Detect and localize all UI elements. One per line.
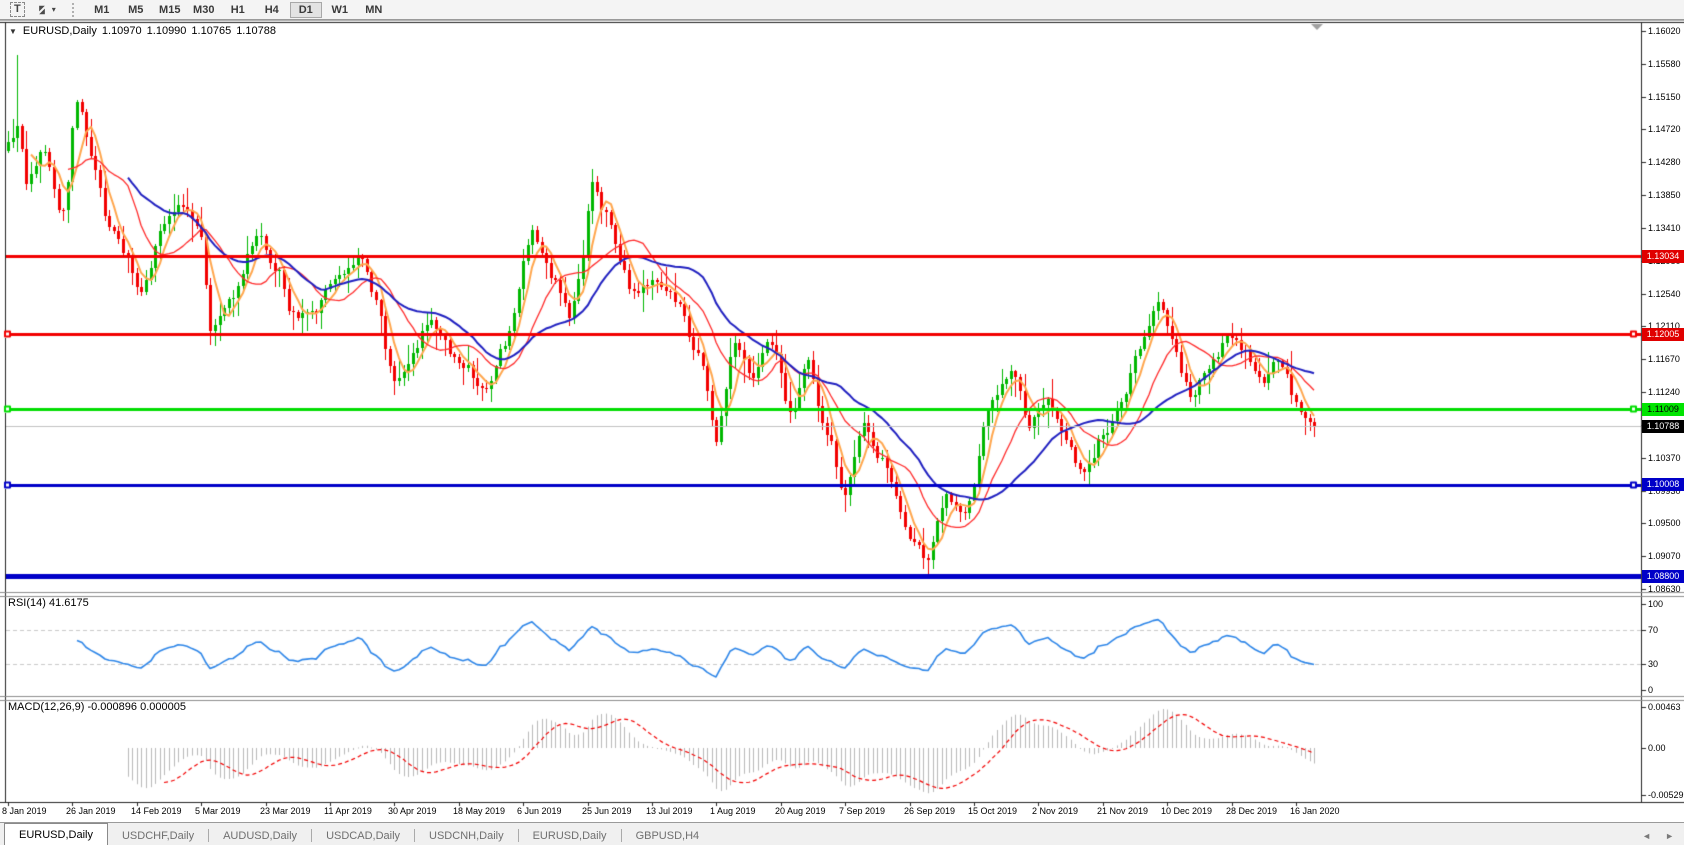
- date-axis-label: 11 Apr 2019: [324, 806, 372, 816]
- price-level-badge: 1.08800: [1642, 570, 1684, 583]
- ohlc-high: 1.10990: [147, 25, 187, 37]
- rsi-axis-tick: 70: [1648, 625, 1658, 635]
- chart-tab-eurusd-daily-2[interactable]: EURUSD,Daily: [519, 826, 621, 845]
- price-axis-tick: 1.15580: [1648, 59, 1681, 69]
- price-axis-tick: 1.11670: [1648, 354, 1680, 364]
- price-level-badge: 1.11009: [1642, 403, 1684, 416]
- macd-axis-tick: 0.00463: [1648, 702, 1681, 712]
- macd-axis-tick: -0.005299: [1648, 790, 1684, 800]
- price-level-badge: 1.12005: [1642, 328, 1684, 341]
- date-axis-label: 8 Jan 2019: [2, 806, 47, 816]
- tab-scroll-left-icon[interactable]: ◄: [1642, 831, 1651, 841]
- date-axis-label: 18 May 2019: [453, 806, 505, 816]
- ohlc-low: 1.10765: [191, 25, 231, 37]
- date-axis-label: 10 Dec 2019: [1161, 806, 1212, 816]
- chart-symbol-label: EURUSD,Daily: [23, 25, 97, 37]
- rsi-axis-tick: 30: [1648, 659, 1658, 669]
- date-axis-label: 1 Aug 2019: [710, 806, 756, 816]
- chart-tab-gbpusd-h4[interactable]: GBPUSD,H4: [622, 826, 714, 845]
- price-axis-tick: 1.10370: [1648, 453, 1681, 463]
- chart-ohlc-title: ▼ EURUSD,Daily 1.10970 1.10990 1.10765 1.1078…: [9, 25, 281, 37]
- price-axis-tick: 1.16020: [1648, 26, 1681, 36]
- ohlc-close: 1.10788: [236, 25, 276, 37]
- price-axis-tick: 1.13410: [1648, 223, 1681, 233]
- date-axis-label: 13 Jul 2019: [646, 806, 693, 816]
- date-axis-label: 25 Jun 2019: [582, 806, 632, 816]
- chart-tab-eurusd-daily[interactable]: EURUSD,Daily: [4, 823, 108, 845]
- macd-indicator-label: MACD(12,26,9) -0.000896 0.000005: [8, 701, 186, 713]
- macd-axis-tick: 0.00: [1648, 743, 1666, 753]
- ohlc-open: 1.10970: [102, 25, 142, 37]
- price-chart-canvas[interactable]: [0, 0, 1684, 845]
- price-axis-tick: 1.12540: [1648, 289, 1681, 299]
- date-axis-label: 23 Mar 2019: [260, 806, 311, 816]
- price-axis-tick: 1.14720: [1648, 124, 1681, 134]
- date-axis-label: 16 Jan 2020: [1290, 806, 1340, 816]
- date-axis-label: 15 Oct 2019: [968, 806, 1017, 816]
- date-axis-label: 6 Jun 2019: [517, 806, 562, 816]
- date-axis-label: 20 Aug 2019: [775, 806, 826, 816]
- chart-menu-triangle-icon[interactable]: ▼: [9, 27, 17, 36]
- price-axis-tick: 1.13850: [1648, 190, 1681, 200]
- date-axis-label: 30 Apr 2019: [388, 806, 437, 816]
- price-axis-tick: 1.09500: [1648, 518, 1681, 528]
- price-level-badge: 1.13034: [1642, 250, 1684, 263]
- rsi-indicator-label: RSI(14) 41.6175: [8, 597, 89, 609]
- price-axis-tick: 1.09070: [1648, 551, 1681, 561]
- chart-tab-usdcnh-daily[interactable]: USDCNH,Daily: [415, 826, 518, 845]
- date-axis-label: 2 Nov 2019: [1032, 806, 1078, 816]
- tab-scroll-right-icon[interactable]: ►: [1665, 831, 1674, 841]
- price-axis-tick: 1.08630: [1648, 584, 1681, 594]
- rsi-axis-tick: 0: [1648, 685, 1653, 695]
- date-axis-label: 26 Sep 2019: [904, 806, 955, 816]
- price-level-badge: 1.10788: [1642, 420, 1684, 433]
- chart-tab-audusd-daily[interactable]: AUDUSD,Daily: [209, 826, 311, 845]
- date-axis-label: 26 Jan 2019: [66, 806, 116, 816]
- chart-tab-usdchf-daily[interactable]: USDCHF,Daily: [108, 826, 208, 845]
- date-axis-label: 5 Mar 2019: [195, 806, 241, 816]
- price-axis-tick: 1.14280: [1648, 157, 1681, 167]
- chart-tab-usdcad-daily[interactable]: USDCAD,Daily: [312, 826, 414, 845]
- date-axis-label: 28 Dec 2019: [1226, 806, 1277, 816]
- rsi-axis-tick: 100: [1648, 599, 1663, 609]
- price-level-badge: 1.10008: [1642, 478, 1684, 491]
- date-axis-label: 21 Nov 2019: [1097, 806, 1148, 816]
- price-axis-tick: 1.11240: [1648, 387, 1680, 397]
- date-axis-label: 7 Sep 2019: [839, 806, 885, 816]
- price-axis-tick: 1.15150: [1648, 92, 1681, 102]
- chart-tab-bar: EURUSD,Daily USDCHF,Daily AUDUSD,Daily U…: [0, 822, 1684, 845]
- date-axis-label: 14 Feb 2019: [131, 806, 182, 816]
